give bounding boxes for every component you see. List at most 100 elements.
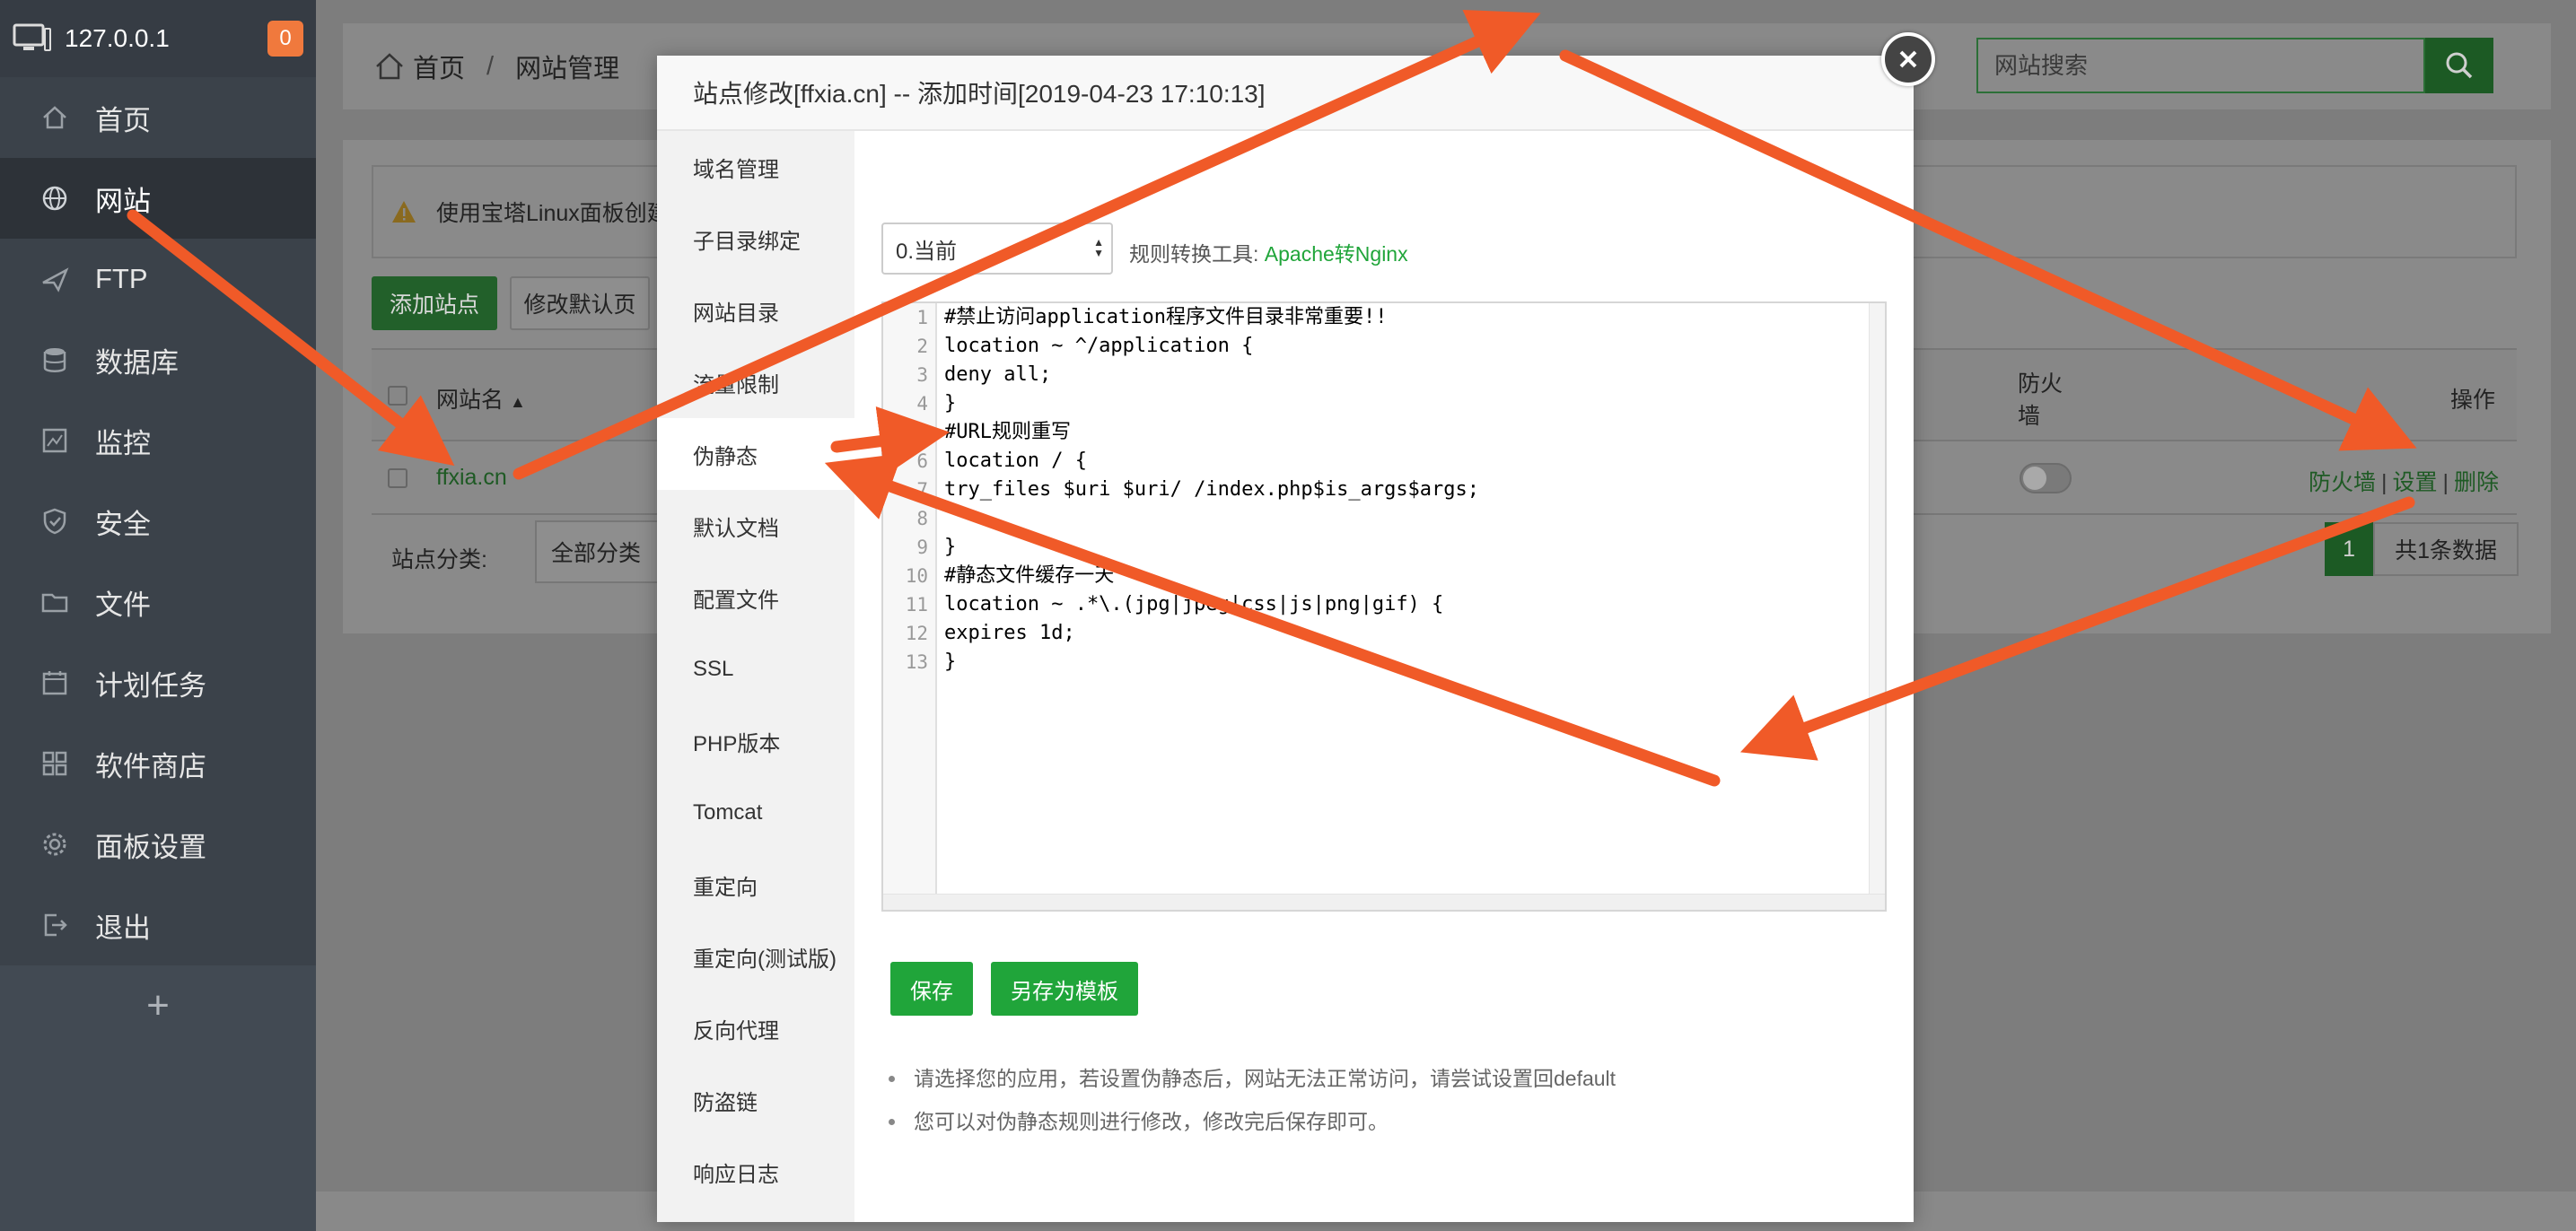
monitor-chart-icon <box>39 425 70 456</box>
rewrite-version-select[interactable]: 0.当前 ▲ ▼ <box>881 223 1113 275</box>
breadcrumb-current: 网站管理 <box>515 55 620 83</box>
firewall-toggle[interactable] <box>2020 463 2072 493</box>
globe-icon <box>39 183 70 214</box>
horizontal-scrollbar[interactable] <box>883 894 1885 910</box>
sidebar-item-cron[interactable]: 计划任务 <box>0 642 316 723</box>
line-gutter: 1 2 3 4 5 6 7 8 9 10 11 12 13 <box>883 303 937 895</box>
modal-tabs: 域名管理 子目录绑定 网站目录 流量限制 伪静态 默认文档 配置文件 SSL P… <box>657 131 854 1222</box>
sidebar-item-website[interactable]: 网站 <box>0 158 316 239</box>
tip-item: 请选择您的应用，若设置伪静态后，网站无法正常访问，请尝试设置回default <box>881 1057 1869 1100</box>
sidebar-item-label: 网站 <box>95 185 151 217</box>
separator: | <box>2442 470 2449 495</box>
notification-badge[interactable]: 0 <box>267 21 303 57</box>
gear-icon <box>39 829 70 860</box>
sidebar-item-label: 软件商店 <box>95 750 206 782</box>
code-line: } <box>944 536 957 558</box>
tab-hotlink[interactable]: 防盗链 <box>657 1064 854 1136</box>
code-line: #禁止访问application程序文件目录非常重要!! <box>944 306 1388 328</box>
modal-title: 站点修改[ffxia.cn] -- 添加时间[2019-04-23 17:10:… <box>657 56 1914 131</box>
home-icon <box>39 102 70 133</box>
sidebar-item-files[interactable]: 文件 <box>0 562 316 642</box>
tab-site-dir[interactable]: 网站目录 <box>657 275 854 346</box>
search-button[interactable] <box>2425 38 2493 93</box>
code-line: location ~ .*\.(jpg|jpeg|css|js|png|gif)… <box>944 593 1444 616</box>
code-editor[interactable]: 1 2 3 4 5 6 7 8 9 10 11 12 13 #禁止访问application程序文件目录… <box>881 301 1887 912</box>
line-number: 2 <box>916 336 928 357</box>
sort-up-icon: ▲ <box>509 393 526 411</box>
sidebar-item-label: 面板设置 <box>95 831 206 863</box>
line-number: 1 <box>916 307 928 328</box>
rewrite-panel: 0.当前 ▲ ▼ 规则转换工具: Apache转Nginx 1 2 3 4 5 6 7 8 9 10… <box>854 131 1914 1222</box>
code-line: location ~ ^/application { <box>944 335 1254 357</box>
sidebar-item-database[interactable]: 数据库 <box>0 319 316 400</box>
select-value: 0.当前 <box>896 239 958 264</box>
breadcrumb-home[interactable]: 首页 <box>413 48 465 85</box>
column-label: 网站名 <box>436 388 504 413</box>
tab-ssl[interactable]: SSL <box>657 633 854 705</box>
sidebar-item-home[interactable]: 首页 <box>0 77 316 158</box>
tab-tomcat[interactable]: Tomcat <box>657 777 854 849</box>
save-as-template-button[interactable]: 另存为模板 <box>991 962 1138 1016</box>
converter-tool: 规则转换工具: Apache转Nginx <box>1129 237 1408 267</box>
sidebar-item-settings[interactable]: 面板设置 <box>0 804 316 885</box>
search-input[interactable] <box>1976 38 2425 93</box>
calendar-icon <box>39 668 70 698</box>
tab-domain[interactable]: 域名管理 <box>657 131 854 203</box>
database-icon <box>39 345 70 375</box>
vertical-scrollbar[interactable] <box>1869 303 1885 895</box>
modify-default-page-button[interactable]: 修改默认页 <box>510 276 650 330</box>
category-label: 站点分类: <box>391 547 487 572</box>
sidebar-item-label: 首页 <box>95 104 151 136</box>
line-number: 13 <box>905 651 928 673</box>
monitor-icon <box>13 23 51 51</box>
tab-response-log[interactable]: 响应日志 <box>657 1136 854 1208</box>
sidebar-item-logout[interactable]: 退出 <box>0 885 316 965</box>
line-number: 3 <box>916 364 928 386</box>
sidebar-add-button[interactable]: + <box>0 965 316 1046</box>
code-line: #URL规则重写 <box>944 421 1071 443</box>
save-button[interactable]: 保存 <box>890 962 973 1016</box>
select-all-checkbox[interactable] <box>388 386 407 406</box>
sidebar-item-label: 安全 <box>95 508 151 540</box>
tab-config-file[interactable]: 配置文件 <box>657 562 854 633</box>
tab-php-version[interactable]: PHP版本 <box>657 705 854 777</box>
delete-link[interactable]: 删除 <box>2454 470 2499 495</box>
tab-traffic-limit[interactable]: 流量限制 <box>657 346 854 418</box>
line-number: 12 <box>905 623 928 644</box>
tab-rewrite[interactable]: 伪静态 <box>657 418 854 490</box>
folder-icon <box>39 587 70 617</box>
sidebar-item-ftp[interactable]: FTP <box>0 239 316 319</box>
tab-redirect-beta[interactable]: 重定向(测试版) <box>657 921 854 992</box>
column-site-name[interactable]: 网站名 ▲ <box>436 382 526 415</box>
tab-reverse-proxy[interactable]: 反向代理 <box>657 992 854 1064</box>
converter-link[interactable]: Apache转Nginx <box>1265 242 1408 266</box>
code-lines[interactable]: #禁止访问application程序文件目录非常重要!! location ~ … <box>944 303 1479 677</box>
page-current[interactable]: 1 <box>2325 522 2374 576</box>
ftp-icon <box>39 264 70 294</box>
sidebar-item-monitor[interactable]: 监控 <box>0 400 316 481</box>
tab-redirect[interactable]: 重定向 <box>657 849 854 921</box>
sidebar-item-security[interactable]: 安全 <box>0 481 316 562</box>
search-box <box>1976 38 2493 93</box>
close-icon <box>1899 50 1917 68</box>
tab-default-doc[interactable]: 默认文档 <box>657 490 854 562</box>
home-icon[interactable] <box>373 50 406 83</box>
sidebar-item-store[interactable]: 软件商店 <box>0 723 316 804</box>
converter-label: 规则转换工具: <box>1129 242 1259 266</box>
code-line: try_files $uri $uri/ /index.php$is_args$… <box>944 478 1480 501</box>
host-address: 127.0.0.1 <box>65 24 170 52</box>
sidebar-menu: 首页 网站 FTP 数据库 监控 安全 文件 计划任务 软件商店 面板设置 退出 <box>0 77 316 965</box>
row-operations: 防火墙 | 设置 | 删除 <box>2309 465 2499 497</box>
site-name-link[interactable]: ffxia.cn <box>436 465 507 491</box>
tip-item: 您可以对伪静态规则进行修改，修改完后保存即可。 <box>881 1100 1869 1143</box>
code-line: location / { <box>944 450 1087 472</box>
line-number: 9 <box>916 537 928 558</box>
sidebar-item-label: FTP <box>95 263 148 294</box>
row-checkbox[interactable] <box>388 468 407 488</box>
code-line: } <box>944 650 957 673</box>
settings-link[interactable]: 设置 <box>2392 470 2437 495</box>
firewall-link[interactable]: 防火墙 <box>2309 470 2376 495</box>
tab-subdir[interactable]: 子目录绑定 <box>657 203 854 275</box>
add-site-button[interactable]: 添加站点 <box>372 276 497 330</box>
modal-close-button[interactable] <box>1881 32 1935 86</box>
